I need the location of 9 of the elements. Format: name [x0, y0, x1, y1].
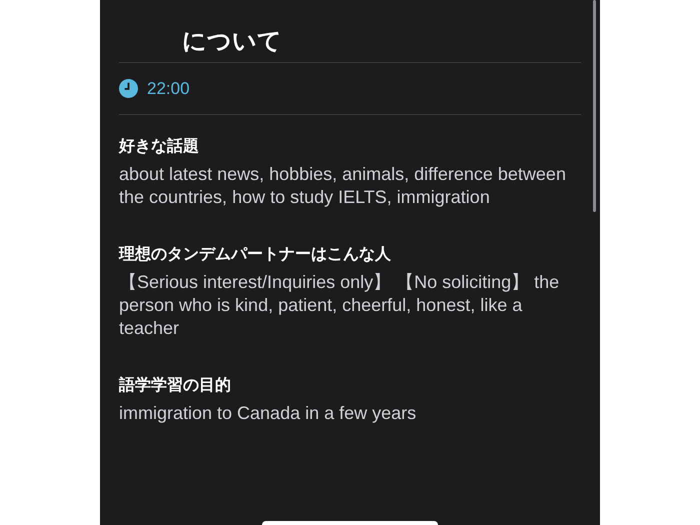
time-text: 22:00 — [147, 78, 190, 100]
section-body: immigration to Canada in a few years — [119, 402, 418, 425]
section-heading: 語学学習の目的 — [119, 374, 232, 396]
section-body: about latest news, hobbies, animals, difference between the countries, how to study IELTS, immigration — [119, 163, 567, 209]
section-heading: 好きな話題 — [119, 135, 200, 157]
clock-icon — [119, 79, 138, 98]
section-heading: 理想のタンデムパートナーはこんな人 — [119, 243, 392, 265]
page-title: について — [182, 26, 283, 56]
section-body: 【Serious interest/Inquiries only】 【No soliciting】 the person who is kind, patient, cheerful, honest, like a teacher — [119, 271, 560, 340]
